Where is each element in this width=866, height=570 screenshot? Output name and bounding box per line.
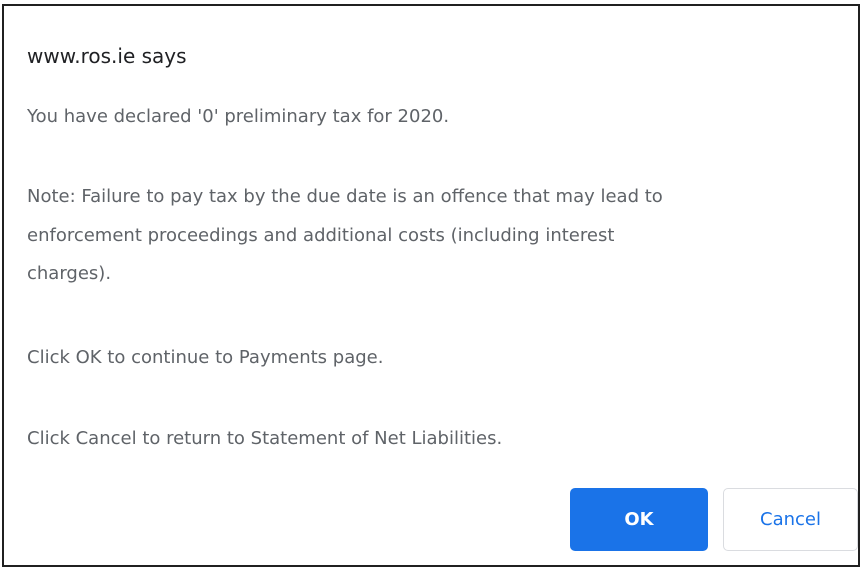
message-cancel-instruction: Click Cancel to return to Statement of N… bbox=[27, 428, 503, 449]
message-declared-tax: You have declared '0' preliminary tax fo… bbox=[27, 106, 450, 127]
dialog-title: www.ros.ie says bbox=[27, 44, 187, 68]
cancel-button[interactable]: Cancel bbox=[723, 488, 858, 551]
ok-button[interactable]: OK bbox=[570, 488, 708, 551]
alert-dialog: www.ros.ie says You have declared '0' pr… bbox=[2, 4, 860, 567]
message-note-line-2: enforcement proceedings and additional c… bbox=[27, 225, 615, 246]
message-note-line-1: Note: Failure to pay tax by the due date… bbox=[27, 186, 663, 207]
message-note-line-3: charges). bbox=[27, 263, 112, 284]
message-ok-instruction: Click OK to continue to Payments page. bbox=[27, 347, 384, 368]
